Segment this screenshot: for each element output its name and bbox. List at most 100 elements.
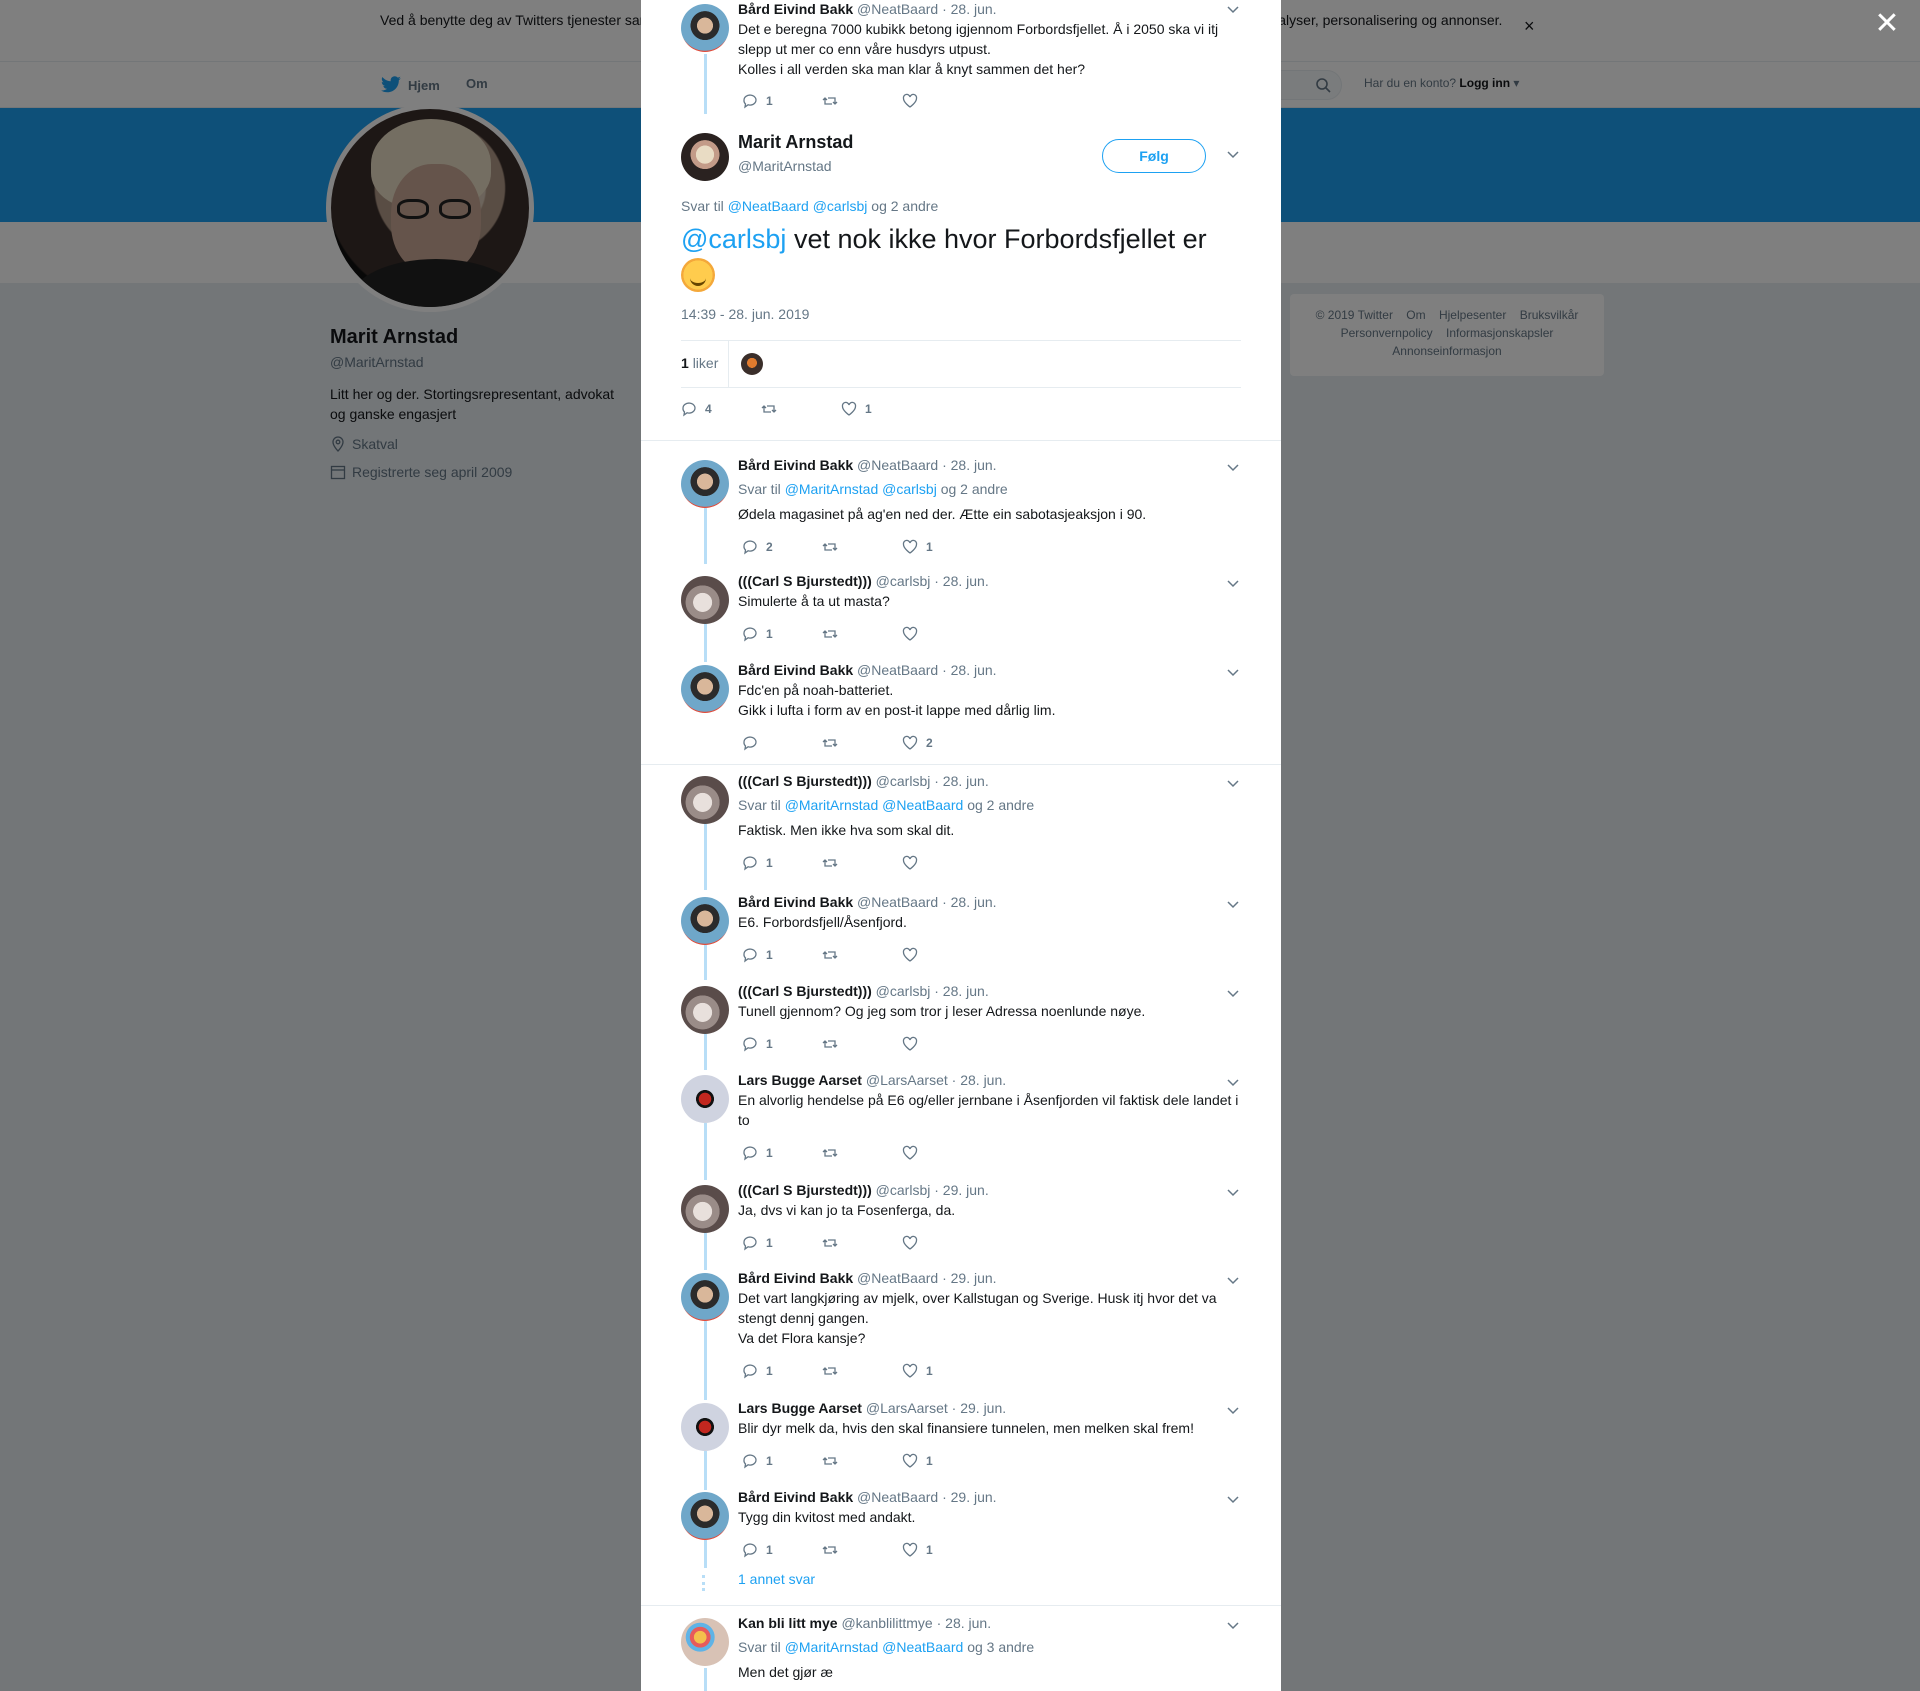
tweet-date[interactable]: · 28. jun.: [942, 662, 996, 678]
tweet-date[interactable]: · 29. jun.: [934, 1182, 988, 1198]
reply-button[interactable]: 1: [742, 1452, 822, 1470]
tweet-date[interactable]: · 28. jun.: [942, 1, 996, 17]
reply-mentions[interactable]: @MaritArnstad @NeatBaard: [785, 797, 964, 813]
like-button[interactable]: [902, 1035, 982, 1053]
retweet-button[interactable]: [822, 538, 902, 556]
author-name[interactable]: (((Carl S Bjurstedt))): [738, 983, 872, 999]
reply-button[interactable]: 1: [742, 854, 822, 872]
author-name[interactable]: Bård Eivind Bakk: [738, 457, 853, 473]
reply-button[interactable]: 1: [742, 1362, 822, 1380]
like-button[interactable]: [902, 946, 982, 964]
author-handle[interactable]: @carlsbj: [876, 983, 931, 999]
author-name[interactable]: (((Carl S Bjurstedt))): [738, 1182, 872, 1198]
main-tweet-avatar[interactable]: [681, 133, 729, 181]
like-button[interactable]: [902, 1234, 982, 1252]
liker-avatar[interactable]: [741, 353, 763, 375]
retweet-button[interactable]: [822, 854, 902, 872]
avatar[interactable]: [681, 776, 729, 824]
author-name[interactable]: (((Carl S Bjurstedt))): [738, 773, 872, 789]
chevron-down-icon[interactable]: [1227, 669, 1239, 677]
reply-mentions[interactable]: @MaritArnstad @NeatBaard: [785, 1639, 964, 1655]
tweet-date[interactable]: · 29. jun.: [942, 1270, 996, 1286]
author-handle[interactable]: @carlsbj: [876, 773, 931, 789]
follow-button[interactable]: Følg: [1102, 139, 1206, 173]
retweet-button[interactable]: [822, 1234, 902, 1252]
main-tweet-author-name[interactable]: Marit Arnstad: [738, 132, 853, 153]
like-button[interactable]: 1: [841, 400, 921, 418]
reply-button[interactable]: 1: [742, 625, 822, 643]
tweet-date[interactable]: · 29. jun.: [952, 1400, 1006, 1416]
tweet-date[interactable]: · 28. jun.: [934, 573, 988, 589]
chevron-down-icon[interactable]: [1227, 1407, 1239, 1415]
tweet-date[interactable]: · 28. jun.: [942, 457, 996, 473]
retweet-button[interactable]: [822, 734, 902, 752]
reply-suffix[interactable]: og 2 andre: [941, 481, 1008, 497]
like-button[interactable]: [902, 92, 982, 110]
avatar[interactable]: [681, 1075, 729, 1123]
chevron-down-icon[interactable]: [1227, 780, 1239, 788]
retweet-button[interactable]: [822, 1452, 902, 1470]
retweet-button[interactable]: [822, 1541, 902, 1559]
avatar[interactable]: [681, 1273, 729, 1321]
like-button[interactable]: 1: [902, 1452, 982, 1470]
chevron-down-icon[interactable]: [1227, 151, 1239, 159]
main-tweet-author-handle[interactable]: @MaritArnstad: [738, 158, 832, 174]
like-button[interactable]: [902, 625, 982, 643]
likes-stat[interactable]: 1 liker: [681, 355, 718, 371]
reply-button[interactable]: 4: [681, 400, 761, 418]
author-name[interactable]: Bård Eivind Bakk: [738, 1270, 853, 1286]
reply-button[interactable]: 1: [742, 1541, 822, 1559]
reply-suffix[interactable]: og 2 andre: [871, 198, 938, 214]
retweet-button[interactable]: [822, 92, 902, 110]
chevron-down-icon[interactable]: [1227, 1496, 1239, 1504]
avatar[interactable]: [681, 897, 729, 945]
chevron-down-icon[interactable]: [1227, 1079, 1239, 1087]
avatar[interactable]: [681, 1492, 729, 1540]
author-handle[interactable]: @carlsbj: [876, 573, 931, 589]
retweet-button[interactable]: [761, 400, 841, 418]
author-handle[interactable]: @LarsAarset: [866, 1072, 948, 1088]
author-name[interactable]: Bård Eivind Bakk: [738, 1489, 853, 1505]
chevron-down-icon[interactable]: [1227, 901, 1239, 909]
tweet-date[interactable]: · 28. jun.: [937, 1615, 991, 1631]
like-button[interactable]: [902, 854, 982, 872]
chevron-down-icon[interactable]: [1227, 464, 1239, 472]
avatar[interactable]: [681, 1403, 729, 1451]
tweet-date[interactable]: · 28. jun.: [934, 773, 988, 789]
avatar[interactable]: [681, 986, 729, 1034]
retweet-button[interactable]: [822, 1362, 902, 1380]
reply-button[interactable]: 1: [742, 1035, 822, 1053]
like-button[interactable]: 1: [902, 1541, 982, 1559]
chevron-down-icon[interactable]: [1227, 1622, 1239, 1630]
retweet-button[interactable]: [822, 625, 902, 643]
reply-button[interactable]: [742, 734, 822, 752]
author-handle[interactable]: @NeatBaard: [857, 1270, 938, 1286]
author-handle[interactable]: @NeatBaard: [857, 662, 938, 678]
retweet-button[interactable]: [822, 1035, 902, 1053]
mention-link[interactable]: @carlsbj: [681, 224, 786, 254]
author-name[interactable]: Kan bli litt mye: [738, 1615, 838, 1631]
retweet-button[interactable]: [822, 1144, 902, 1162]
chevron-down-icon[interactable]: [1227, 580, 1239, 588]
like-button[interactable]: 2: [902, 734, 982, 752]
like-button[interactable]: [902, 1144, 982, 1162]
tweet-date[interactable]: · 28. jun.: [942, 894, 996, 910]
chevron-down-icon[interactable]: [1227, 990, 1239, 998]
chevron-down-icon[interactable]: [1227, 1277, 1239, 1285]
author-handle[interactable]: @NeatBaard: [857, 1, 938, 17]
reply-mentions[interactable]: @NeatBaard @carlsbj: [728, 198, 868, 214]
reply-button[interactable]: 2: [742, 538, 822, 556]
reply-suffix[interactable]: og 2 andre: [967, 797, 1034, 813]
author-name[interactable]: Bård Eivind Bakk: [738, 894, 853, 910]
reply-button[interactable]: 1: [742, 946, 822, 964]
avatar[interactable]: [681, 4, 729, 52]
more-replies-link[interactable]: 1 annet svar: [738, 1571, 815, 1587]
like-button[interactable]: 1: [902, 1362, 982, 1380]
avatar[interactable]: [681, 665, 729, 713]
avatar[interactable]: [681, 576, 729, 624]
reply-button[interactable]: 1: [742, 1234, 822, 1252]
author-name[interactable]: Bård Eivind Bakk: [738, 662, 853, 678]
avatar[interactable]: [681, 1618, 729, 1666]
close-modal-icon[interactable]: ✕: [1873, 9, 1901, 39]
author-handle[interactable]: @kanblilittmye: [841, 1615, 932, 1631]
